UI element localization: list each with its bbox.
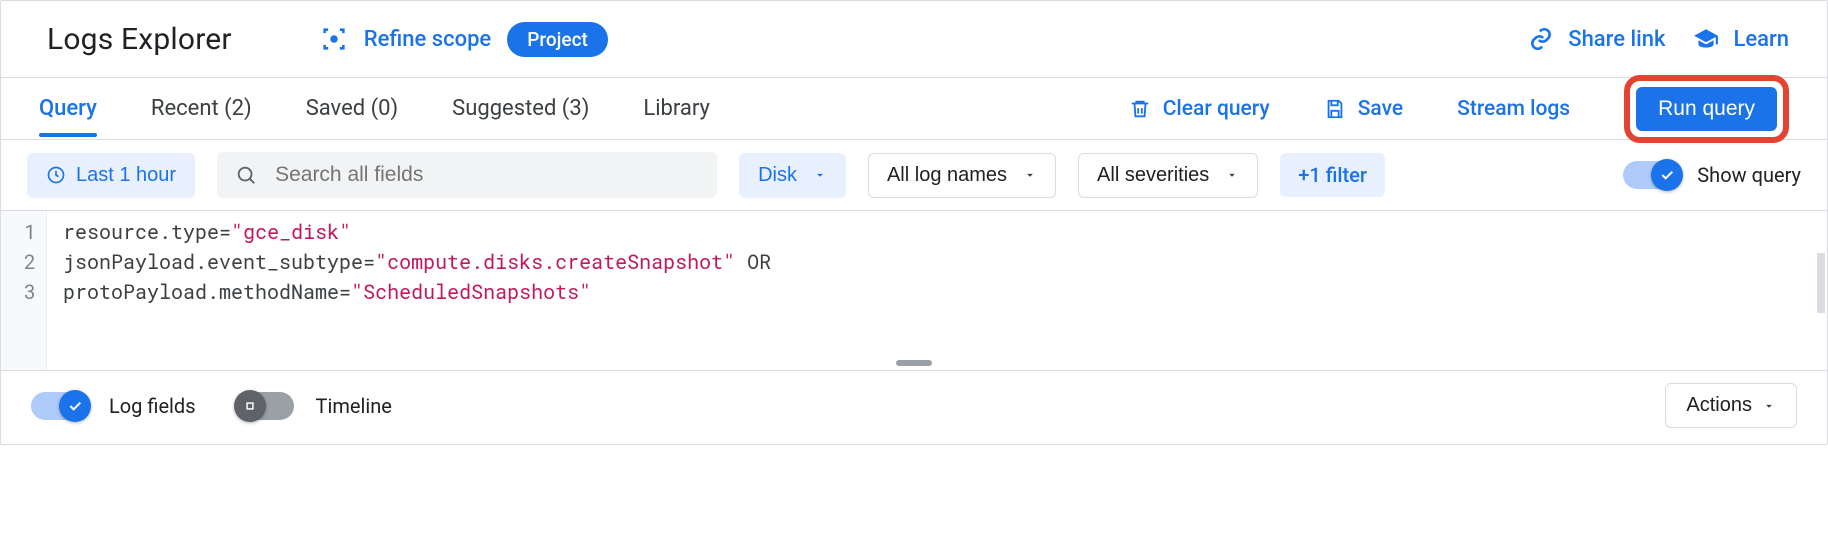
clear-query-label: Clear query: [1163, 97, 1270, 121]
more-filters-button[interactable]: +1 filter: [1280, 153, 1385, 197]
link-icon: [1528, 26, 1554, 52]
save-icon: [1324, 98, 1346, 120]
toggle-knob: [1651, 159, 1683, 191]
actions-menu-button[interactable]: Actions: [1665, 383, 1797, 428]
query-editor[interactable]: 1 2 3 resource.type="gce_disk"jsonPayloa…: [1, 210, 1827, 370]
run-query-button[interactable]: Run query: [1636, 87, 1777, 131]
time-range-select[interactable]: Last 1 hour: [27, 153, 195, 198]
editor-content[interactable]: resource.type="gce_disk"jsonPayload.even…: [47, 211, 1827, 370]
stream-logs-label: Stream logs: [1457, 97, 1570, 121]
page-title: Logs Explorer: [47, 22, 232, 57]
learn-label: Learn: [1733, 27, 1789, 52]
code-line: resource.type="gce_disk": [63, 217, 1811, 247]
clear-query-button[interactable]: Clear query: [1129, 97, 1270, 121]
line-number: 2: [5, 247, 36, 277]
log-fields-toggle[interactable]: [31, 392, 87, 420]
editor-gutter: 1 2 3: [1, 211, 47, 370]
lognames-filter-label: All log names: [887, 164, 1007, 187]
line-number: 3: [5, 277, 36, 307]
resource-filter[interactable]: Disk: [739, 153, 846, 198]
chevron-down-icon: [1023, 168, 1037, 182]
tab-library[interactable]: Library: [643, 96, 710, 121]
time-range-label: Last 1 hour: [76, 164, 176, 187]
share-link-label: Share link: [1568, 27, 1665, 52]
scope-target-icon: [320, 25, 348, 53]
search-icon: [235, 164, 257, 186]
toggle-knob: [234, 390, 266, 422]
timeline-label: Timeline: [316, 394, 392, 418]
show-query-toggle[interactable]: [1623, 161, 1679, 189]
footer-row: Log fields Timeline Actions: [1, 370, 1827, 444]
timeline-toggle[interactable]: [238, 392, 294, 420]
chevron-down-icon: [1225, 168, 1239, 182]
run-query-highlight: Run query: [1624, 75, 1789, 143]
actions-label: Actions: [1686, 394, 1752, 417]
lognames-filter[interactable]: All log names: [868, 153, 1056, 198]
resource-filter-label: Disk: [758, 164, 797, 187]
line-number: 1: [5, 217, 36, 247]
log-fields-label: Log fields: [109, 394, 196, 418]
tab-saved[interactable]: Saved (0): [306, 96, 398, 121]
stream-logs-button[interactable]: Stream logs: [1457, 97, 1570, 121]
code-line: protoPayload.methodName="ScheduledSnapsh…: [63, 277, 1811, 307]
search-fields-box[interactable]: [217, 152, 717, 198]
editor-resize-handle[interactable]: [896, 360, 932, 366]
learn-button[interactable]: Learn: [1693, 26, 1789, 52]
code-line: jsonPayload.event_subtype="compute.disks…: [63, 247, 1811, 277]
toggle-knob: [59, 390, 91, 422]
share-link-button[interactable]: Share link: [1528, 26, 1665, 52]
tab-query[interactable]: Query: [39, 96, 97, 121]
editor-scrollbar[interactable]: [1817, 253, 1825, 313]
chevron-down-icon: [813, 168, 827, 182]
scope-chip: Project: [507, 22, 608, 57]
severity-filter-label: All severities: [1097, 164, 1209, 187]
clock-icon: [46, 165, 66, 185]
save-query-label: Save: [1358, 97, 1403, 121]
severity-filter[interactable]: All severities: [1078, 153, 1258, 198]
show-query-label: Show query: [1697, 163, 1801, 187]
refine-scope-label: Refine scope: [364, 27, 491, 52]
tabs-row: Query Recent (2) Saved (0) Suggested (3)…: [1, 77, 1827, 139]
tab-suggested[interactable]: Suggested (3): [452, 96, 589, 121]
refine-scope-button[interactable]: Refine scope Project: [320, 22, 608, 57]
header-bar: Logs Explorer Refine scope Project: [1, 1, 1827, 77]
save-query-button[interactable]: Save: [1324, 97, 1403, 121]
search-fields-input[interactable]: [273, 162, 699, 188]
chevron-down-icon: [1762, 399, 1776, 413]
tab-recent[interactable]: Recent (2): [151, 96, 252, 121]
filters-row: Last 1 hour Disk All log names: [1, 139, 1827, 210]
trash-icon: [1129, 98, 1151, 120]
graduation-cap-icon: [1693, 26, 1719, 52]
